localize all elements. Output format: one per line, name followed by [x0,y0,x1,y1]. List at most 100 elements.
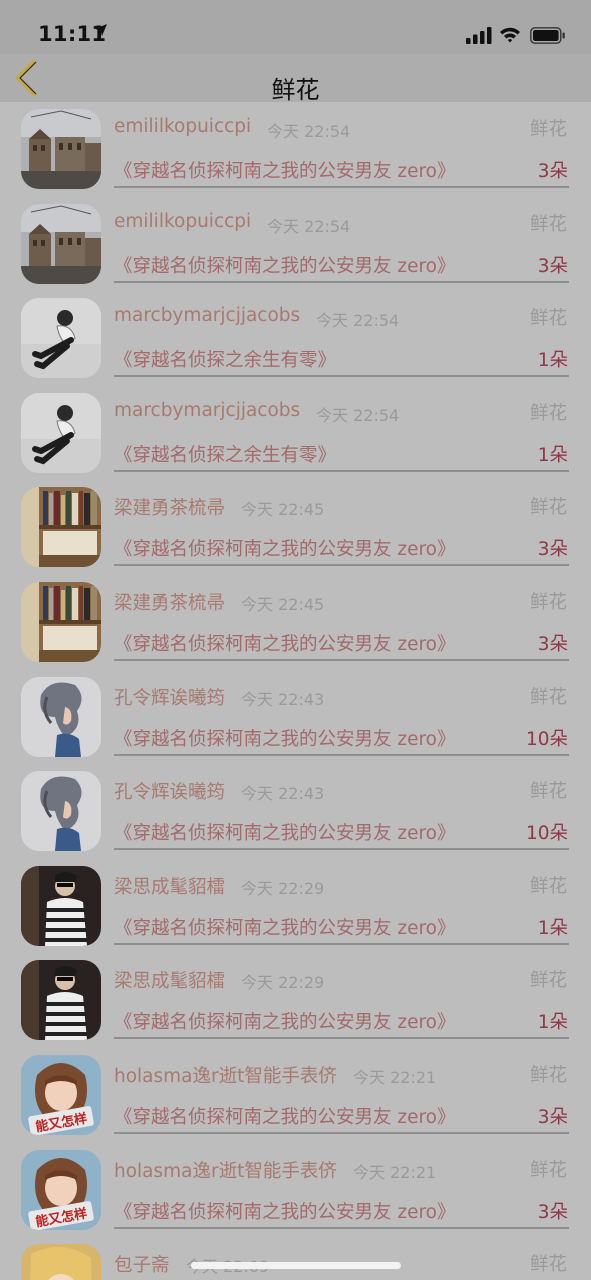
flower-count: 3朵 [537,1106,568,1128]
book-title[interactable]: 《穿越名侦探柯南之我的公安男友 zero》 [114,1008,456,1034]
username[interactable]: holasma逸r逝t智能手表侪 [114,1157,337,1183]
flower-count: 1朵 [537,917,568,939]
book-title[interactable]: 《穿越名侦探柯南之我的公安男友 zero》 [114,725,456,751]
book-title[interactable]: 《穿越名侦探柯南之我的公安男友 zero》 [114,1198,456,1224]
timestamp: 今天 22:29 [241,878,325,898]
row-divider [114,564,569,567]
username[interactable]: 梁思成髦貂檑 [114,873,225,899]
cellular-signal-icon [466,27,492,48]
avatar[interactable] [21,960,101,1041]
gift-type: 鲜花 [529,591,567,613]
gift-type: 鲜花 [529,781,567,803]
row-divider [114,469,569,472]
avatar[interactable] [21,298,101,379]
wifi-icon [499,26,521,47]
username[interactable]: emililkopuiccpi [114,116,251,137]
flower-count: 10朵 [525,728,568,750]
book-title[interactable]: 《穿越名侦探柯南之我的公安男友 zero》 [114,1103,456,1129]
book-title[interactable]: 《穿越名侦探之余生有零》 [114,346,336,372]
book-title[interactable]: 《穿越名侦探柯南之我的公安男友 zero》 [114,252,456,278]
flower-count: 1朵 [537,350,568,372]
gift-type: 鲜花 [529,875,567,897]
book-title[interactable]: 《穿越名侦探之余生有零》 [114,441,336,467]
flower-count: 3朵 [537,255,568,277]
list-item[interactable]: 孔令辉诶曦筠 今天 22:43 鲜花《穿越名侦探柯南之我的公安男友 zero》 10朵 [0,764,591,859]
list-item[interactable]: marcbymarjcjjacobs 今天 22:54 鲜花《穿越名侦探之余生有零》… [0,386,591,481]
flower-count: 10朵 [525,823,568,845]
username[interactable]: 包子斋 [114,1251,170,1277]
location-arrow-icon [94,22,108,41]
list-item[interactable]: emililkopuiccpi 今天 22:54 鲜花 《穿越名侦探柯南之我的公安男友… [0,102,591,197]
row-divider [114,186,569,188]
username[interactable]: marcbymarjcjjacobs [114,305,300,326]
username[interactable]: 梁建勇茶梳帚 [114,589,225,615]
row-divider [114,1226,569,1229]
flower-count: 3朵 [537,539,568,561]
timestamp: 今天 22:43 [241,784,325,804]
avatar[interactable]: 能又怎样 [21,1054,101,1135]
username[interactable]: emililkopuiccpi [114,211,251,232]
timestamp: 今天 22:54 [267,216,351,236]
list-item[interactable]: 包子斋今天 22:09鲜花 [0,1237,591,1280]
list-item[interactable]: 梁建勇茶梳帚 今天 22:45 鲜花 《穿越名侦探柯南之我的公安男友 zero》 3朵 [0,480,591,575]
book-title[interactable]: 《穿越名侦探柯南之我的公安男友 zero》 [114,819,456,845]
book-title[interactable]: 《穿越名侦探柯南之我的公安男友 zero》 [114,914,456,940]
timestamp: 今天 22:54 [316,311,400,331]
book-title[interactable]: 《穿越名侦探柯南之我的公安男友 zero》 [114,535,456,561]
battery-icon [530,27,566,48]
gift-type: 鲜花 [529,1159,567,1181]
avatar[interactable] [21,581,101,662]
username[interactable]: 孔令辉诶曦筠 [114,778,225,804]
username[interactable]: 孔令辉诶曦筠 [114,684,225,710]
timestamp: 今天 22:54 [267,122,351,141]
timestamp: 今天 22:43 [241,689,325,709]
row-divider [114,1037,569,1040]
username[interactable]: holasma逸r逝t智能手表侪 [114,1062,337,1088]
avatar[interactable] [21,1244,101,1280]
username[interactable]: marcbymarjcjjacobs [114,400,300,421]
list-item[interactable]: 梁思成髦貂檑 今天 22:29 鲜花 《穿越名侦探柯南之我的公安男友 zero》 1朵 [0,953,591,1048]
gift-type: 鲜花 [529,1064,567,1086]
list-item[interactable]: 孔令辉诶曦筠 今天 22:43 鲜花《穿越名侦探柯南之我的公安男友 zero》 10朵 [0,670,591,765]
book-title[interactable]: 《穿越名侦探柯南之我的公安男友 zero》 [114,630,456,656]
gift-type: 鲜花 [529,402,567,424]
avatar[interactable] [21,487,101,568]
home-indicator[interactable] [191,1262,401,1269]
row-divider [114,848,569,851]
gift-list[interactable]: emililkopuiccpi 今天 22:54 鲜花 《穿越名侦探柯南之我的公安男友… [0,102,591,1280]
avatar[interactable] [21,392,101,473]
timestamp: 今天 22:21 [353,1067,437,1087]
flower-count: 3朵 [537,1201,568,1223]
list-item[interactable]: 能又怎样 holasma逸r逝t智能手表侪 今天 22:21 鲜花《穿越名侦探柯南之… [0,1143,591,1238]
gift-type: 鲜花 [529,308,567,330]
timestamp: 今天 22:54 [316,405,400,425]
book-title[interactable]: 《穿越名侦探柯南之我的公安男友 zero》 [114,157,456,183]
gift-type: 鲜花 [529,213,567,235]
list-item[interactable]: 梁建勇茶梳帚 今天 22:45 鲜花 《穿越名侦探柯南之我的公安男友 zero》 3朵 [0,575,591,670]
gift-type: 鲜花 [529,686,567,708]
avatar[interactable] [21,676,101,757]
gift-type: 鲜花 [529,1254,567,1276]
avatar[interactable] [21,203,101,284]
list-item[interactable]: emililkopuiccpi 今天 22:54 鲜花《穿越名侦探柯南之我的公安男友… [0,197,591,292]
list-item[interactable]: 能又怎样 holasma逸r逝t智能手表侪 今天 22:21 鲜花《穿越名侦探柯南之… [0,1048,591,1143]
navigation-bar: 鲜花 [0,54,591,104]
flower-count: 3朵 [537,161,568,182]
row-divider [114,375,569,378]
username[interactable]: 梁思成髦貂檑 [114,967,225,993]
username[interactable]: 梁建勇茶梳帚 [114,494,225,520]
row-divider [114,753,569,756]
avatar[interactable] [21,865,101,946]
flower-count: 1朵 [537,444,568,466]
timestamp: 今天 22:21 [353,1162,437,1182]
avatar[interactable] [21,771,101,852]
list-item[interactable]: marcbymarjcjjacobs 今天 22:54 鲜花《穿越名侦探之余生有零》… [0,291,591,386]
avatar[interactable] [21,109,101,189]
flower-count: 1朵 [537,1012,568,1034]
avatar[interactable]: 能又怎样 [21,1149,101,1230]
row-divider [114,1131,569,1134]
gift-type: 鲜花 [529,970,567,992]
list-item[interactable]: 梁思成髦貂檑 今天 22:29 鲜花《穿越名侦探柯南之我的公安男友 zero》 1朵 [0,859,591,954]
page-title: 鲜花 [271,76,320,104]
flower-count: 3朵 [537,633,568,655]
